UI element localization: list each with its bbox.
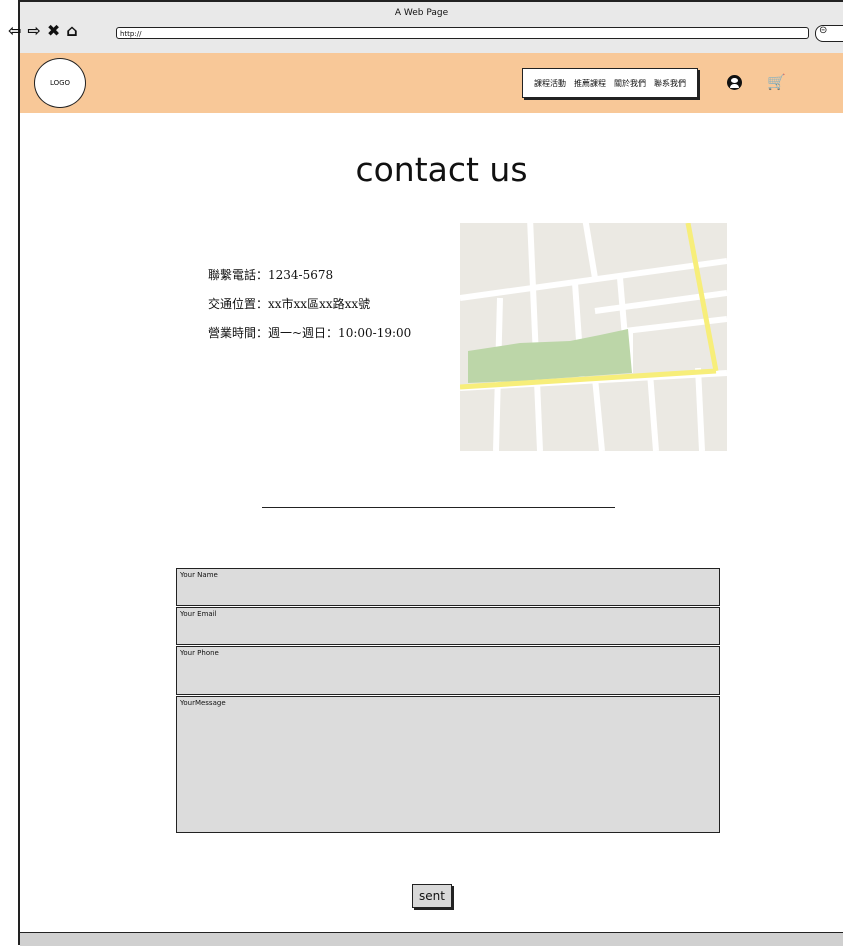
- send-button[interactable]: sent: [412, 884, 452, 908]
- home-icon[interactable]: ⌂: [66, 23, 77, 39]
- menu-item-contact[interactable]: 聯系我們: [654, 78, 686, 89]
- url-bar[interactable]: http://: [116, 27, 809, 39]
- browser-search[interactable]: ⊝: [815, 25, 843, 42]
- email-placeholder: Your Email: [180, 610, 217, 618]
- contact-address: 交通位置：xx市xx區xx路xx號: [208, 297, 371, 311]
- page-title: contact us: [355, 150, 528, 189]
- browser-nav: ⇦ ⇨ ✖ ⌂: [8, 23, 78, 39]
- contact-hours: 營業時間：週一~週日：10:00-19:00: [208, 326, 412, 340]
- menu-item-recommended[interactable]: 推薦課程: [574, 78, 606, 89]
- contact-phone: 聯繫電話：1234-5678: [208, 268, 334, 282]
- email-field[interactable]: Your Email: [176, 607, 720, 645]
- main-menu: 課程活動 推薦課程 關於我們 聯系我們: [522, 68, 698, 98]
- footer-bar: [20, 932, 843, 946]
- cart-icon[interactable]: 🛒: [767, 74, 786, 90]
- back-icon[interactable]: ⇦: [8, 23, 21, 39]
- search-icon: ⊝: [819, 25, 828, 36]
- window-title: A Web Page: [394, 8, 449, 18]
- map-image: [460, 223, 727, 451]
- logo[interactable]: LOGO: [34, 58, 86, 108]
- close-icon[interactable]: ✖: [47, 23, 60, 39]
- menu-item-courses[interactable]: 課程活動: [534, 78, 566, 89]
- menu-item-about[interactable]: 關於我們: [614, 78, 646, 89]
- name-field[interactable]: Your Name: [176, 568, 720, 606]
- forward-icon[interactable]: ⇨: [27, 23, 40, 39]
- phone-field[interactable]: Your Phone: [176, 646, 720, 695]
- contact-info: 聯繫電話：1234-5678 交通位置：xx市xx區xx路xx號 營業時間：週一…: [208, 266, 411, 353]
- divider: [262, 507, 615, 508]
- user-icon[interactable]: [727, 75, 742, 90]
- message-field[interactable]: YourMessage: [176, 696, 720, 833]
- message-placeholder: YourMessage: [180, 699, 226, 707]
- phone-placeholder: Your Phone: [180, 649, 219, 657]
- site-header: LOGO 課程活動 推薦課程 關於我們 聯系我們 🛒: [20, 53, 843, 113]
- name-placeholder: Your Name: [180, 571, 218, 579]
